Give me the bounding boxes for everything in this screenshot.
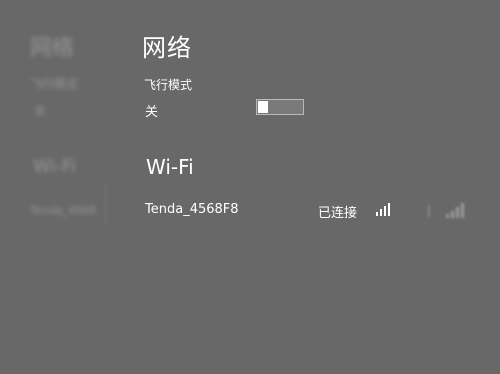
background-ghost-airplane-label: 飞行模式 [30, 77, 79, 91]
background-ghost-airplane-state: 关 [34, 104, 47, 118]
airplane-mode-label: 飞行模式 [144, 78, 193, 92]
background-ghost-signal-icon [446, 203, 464, 218]
panel-title: 网络 [142, 34, 192, 62]
wifi-heading: Wi-Fi [146, 155, 194, 179]
airplane-mode-toggle[interactable] [256, 99, 304, 115]
network-ssid: Tenda_4568F8 [145, 202, 239, 217]
toggle-thumb [258, 101, 268, 113]
connection-status: 已连接 [318, 206, 358, 221]
background-ghost-dash [428, 205, 430, 217]
background-ghost-wifi-heading: Wi-Fi [33, 156, 76, 177]
background-ghost-ssid: Tenda_4568 [30, 204, 96, 217]
background-ghost-title: 网络 [30, 36, 75, 61]
wifi-signal-icon [376, 202, 394, 216]
airplane-mode-state: 关 [145, 105, 159, 120]
wifi-network-item[interactable]: Tenda_4568F8 已连接 [140, 196, 402, 224]
background-ghost-divider [105, 185, 106, 225]
